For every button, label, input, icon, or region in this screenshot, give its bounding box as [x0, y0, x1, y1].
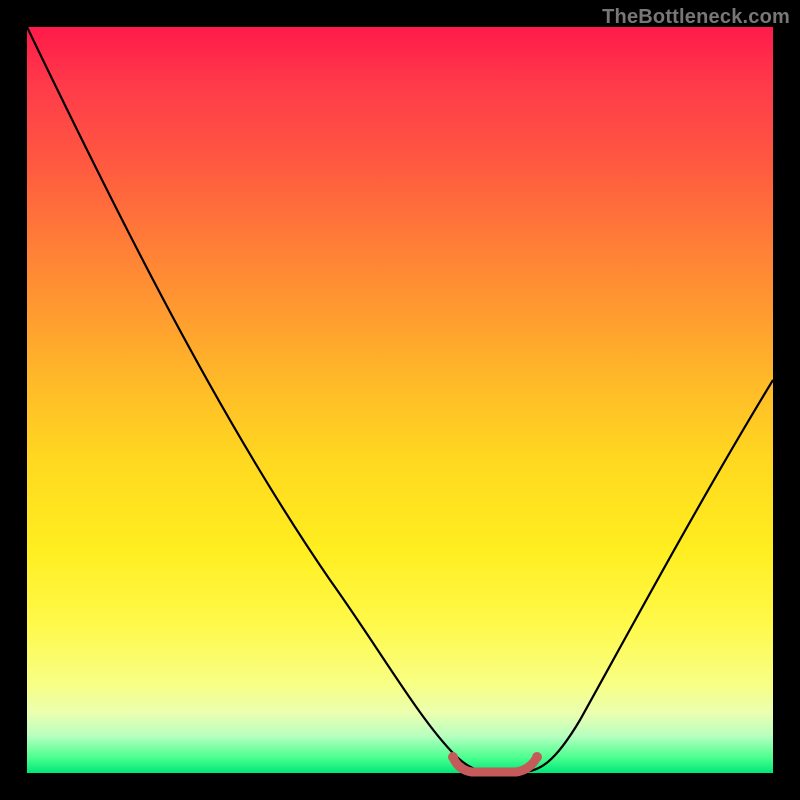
watermark-text: TheBottleneck.com: [602, 6, 790, 29]
chart-plot-area: [27, 27, 773, 773]
chart-stage: TheBottleneck.com: [0, 0, 800, 800]
